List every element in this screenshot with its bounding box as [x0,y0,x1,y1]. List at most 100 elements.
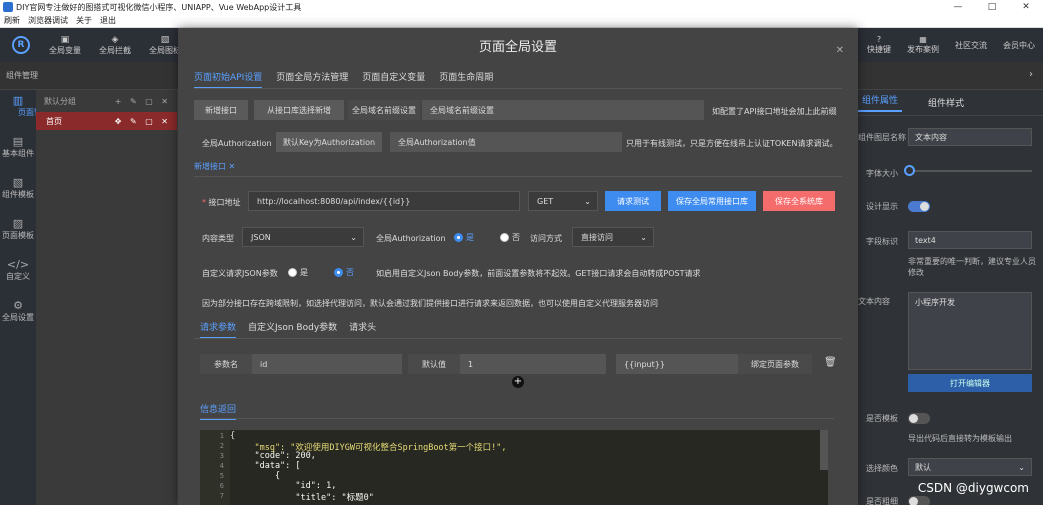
tab-init-api[interactable]: 页面初始API设置 [194,70,263,89]
nav-community[interactable]: 社区交流 [955,40,987,51]
auth-yes-radio[interactable]: 是 [454,232,474,243]
nav-global-intercept[interactable]: ◈ 全局拦截 [90,35,140,56]
page-group[interactable]: 默认分组 + ✎ ▢ ✕ [36,90,177,112]
pages-icon: ▥ [12,94,24,107]
response-code-editor[interactable]: 1 { 2 "msg": "欢迎使用DIYGW可视化整合SpringBoot第一… [200,430,828,505]
global-settings-modal: 页面全局设置 ✕ 页面初始API设置 页面全局方法管理 页面自定义变量 页面生命… [178,28,858,505]
url-label: * 接口地址 [202,198,241,207]
new-api-tab[interactable]: 新增接口 ✕ [194,161,235,172]
close-tab-icon[interactable]: ✕ [229,162,236,171]
choose-api-button[interactable]: 从接口库选择新增 [254,100,344,120]
add-param-icon[interactable]: + [512,376,524,388]
bold-label: 是否粗细 [866,497,898,505]
template-label: 是否模板 [866,414,898,423]
field-input[interactable]: text4 [908,231,1032,249]
page-actions-icon[interactable]: ✥ ✎ ▢ ✕ [115,117,171,126]
variable-icon: ▣ [60,34,70,45]
save-system-button[interactable]: 保存全系统库 [763,191,835,211]
auth-key[interactable]: 默认Key为Authorization [276,132,382,152]
auth-value-input[interactable]: 全局Authorization值 [390,132,622,152]
tab-custom-vars[interactable]: 页面自定义变量 [362,70,425,89]
close-icon[interactable]: ✕ [836,45,844,56]
tab-request-params[interactable]: 请求参数 [200,320,237,339]
tab-lifecycle[interactable]: 页面生命周期 [439,70,493,89]
response-divider [200,418,834,419]
url-input[interactable]: http://localhost:8080/api/index/{{id}} [248,191,520,211]
code-line: "code": 200, [234,451,316,461]
top-nav: ▣ 全局变量 ◈ 全局拦截 ▧ 全局图标 [40,35,190,56]
font-size-slider[interactable] [904,165,1032,176]
param-name-label: 参数名 [200,354,252,374]
left-sidebar: ▥ 页面管理 ▤ 基本组件 ▧ 组件模板 ▨ 页面模板 </> 自定义 ⚙ 全局设置 [0,90,50,505]
nav-shortcuts[interactable]: ? 快捷键 [867,35,891,55]
tab-styles[interactable]: 组件样式 [924,96,968,109]
close-window-icon[interactable]: ✕ [1009,2,1043,12]
json-no-radio[interactable]: 否 [334,267,354,278]
radio-off-icon [500,233,509,242]
api-tab-divider [194,176,842,177]
tab-global-methods[interactable]: 页面全局方法管理 [276,70,348,89]
method-select[interactable]: GET ⌄ [528,191,598,211]
field-note: 非常重要的唯一判断，建议专业人员修改 [908,257,1036,277]
tab-json-body[interactable]: 自定义Json Body参数 [248,320,337,339]
nav-member[interactable]: 会员中心 [1003,40,1035,51]
auth-no-radio[interactable]: 否 [500,232,520,243]
open-editor-button[interactable]: 打开编辑器 [908,374,1032,392]
content-type-select[interactable]: JSON ⌄ [242,227,364,247]
shield-icon: ◈ [111,34,119,45]
group-actions-icon[interactable]: + ✎ ▢ ✕ [115,97,171,106]
prop-tabs: 组件属性 组件样式 [858,90,1043,116]
radio-on-icon [334,268,343,277]
json-param-label: 自定义请求JSON参数 [202,269,278,278]
domain-input[interactable]: 全局域名前缀设置 [422,100,704,120]
menu-devtools[interactable]: 浏览器调试 [28,15,68,26]
watermark: CSDN @diygwcom [917,481,1029,495]
sidebar-item-comp-template[interactable]: ▧ 组件模板 [0,172,36,213]
design-show-toggle[interactable] [908,201,930,212]
sidebar-item-basic[interactable]: ▤ 基本组件 [0,131,36,172]
line-number: 4 [219,462,224,470]
nav-global-vars[interactable]: ▣ 全局变量 [40,35,90,56]
sidebar-item-custom[interactable]: </> 自定义 [0,254,36,295]
default-input[interactable]: 1 [460,354,606,374]
chevron-down-icon: ⌄ [584,196,591,206]
window-title: DIY官网专注做好的图搭式可视化微信小程序、UNIAPP、Vue WebApp设… [16,2,302,12]
param-name-input[interactable]: id [252,354,402,374]
maximize-icon[interactable]: □ [975,2,1009,12]
sidebar-item-settings[interactable]: ⚙ 全局设置 [0,295,36,336]
content-textarea[interactable]: 小程序开发 [908,292,1032,370]
minimize-icon[interactable]: — [941,2,975,12]
menubar: 刷新 浏览器调试 关于 退出 [0,14,1043,28]
modal-tabs: 页面初始API设置 页面全局方法管理 页面自定义变量 页面生命周期 [194,70,507,89]
code-line: "id": 1, [234,481,337,491]
menu-refresh[interactable]: 刷新 [4,15,20,26]
sidebar-item-page-template[interactable]: ▨ 页面模板 [0,213,36,254]
page-item-home[interactable]: 首页 ✥ ✎ ▢ ✕ [36,112,177,130]
json-yes-radio[interactable]: 是 [288,267,308,278]
template-toggle[interactable] [908,413,930,424]
radio-off-icon [288,268,297,277]
radio-on-icon [454,233,463,242]
trash-icon[interactable]: 🗑 [824,357,837,368]
tab-props[interactable]: 组件属性 [858,93,903,112]
name-input[interactable]: 文本内容 [908,128,1032,146]
bind-page-param-button[interactable]: 绑定页面参数 [738,354,812,374]
sidebar-item-pages[interactable]: ▥ 页面管理 [0,90,50,131]
add-api-button[interactable]: 新增接口 [194,100,248,120]
code-icon: </> [6,258,30,271]
code-scrollbar[interactable] [820,430,828,470]
binding-input[interactable]: {{input}} [616,354,738,374]
nav-publish[interactable]: ▦ 发布案例 [907,35,939,55]
bold-toggle[interactable] [908,496,930,505]
access-select[interactable]: 直接访问 ⌄ [572,227,654,247]
tab-headers[interactable]: 请求头 [349,320,376,339]
code-line: "title": "标题0" [234,493,374,503]
test-request-button[interactable]: 请求测试 [605,191,661,211]
menu-exit[interactable]: 退出 [100,15,116,26]
slider-handle[interactable] [904,165,915,176]
chevron-right-icon[interactable]: › [1029,69,1033,80]
menu-about[interactable]: 关于 [76,15,92,26]
save-common-button[interactable]: 保存全局常用接口库 [668,191,756,211]
color-select[interactable]: 默认 ⌄ [908,458,1032,476]
json-note: 如启用自定义Json Body参数，前面设置参数将不起效。GET接口请求会自动转… [376,269,701,278]
